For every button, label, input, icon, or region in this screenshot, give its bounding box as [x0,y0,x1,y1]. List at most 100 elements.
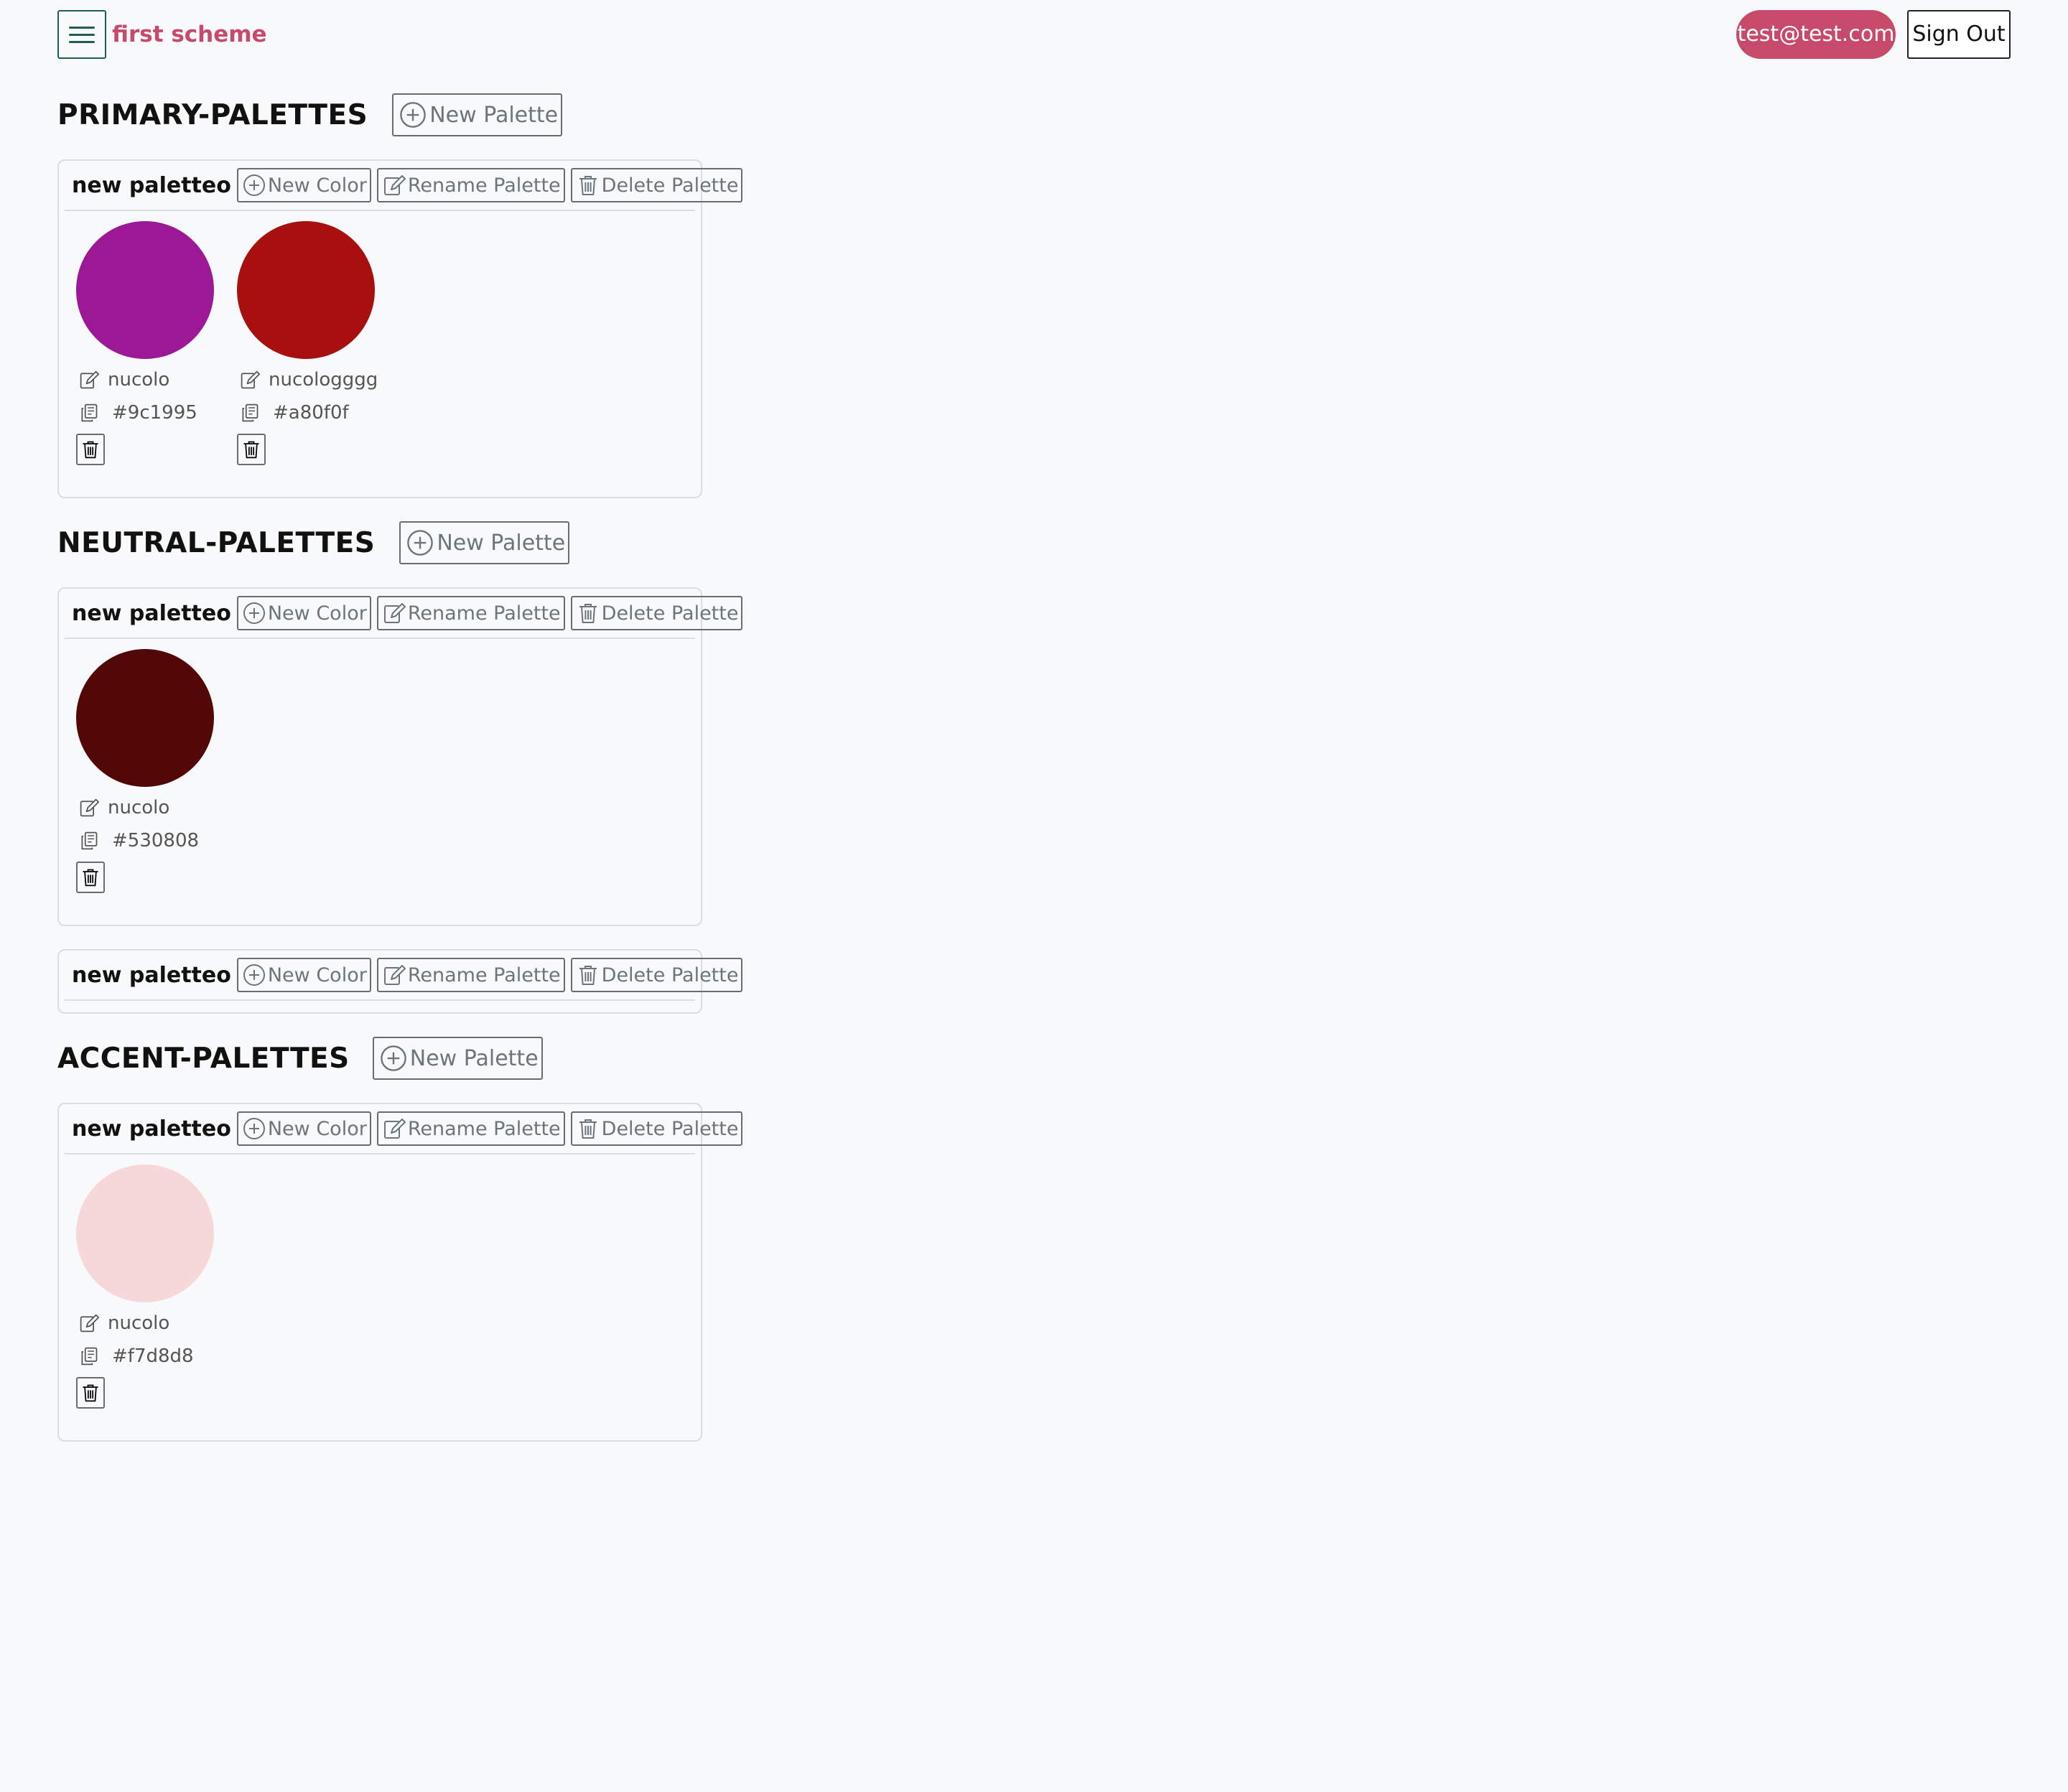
rename-palette-label: Rename Palette [407,1117,561,1140]
color-name: nucolo [108,797,170,818]
color-hex-row[interactable]: #9c1995 [76,401,214,425]
color-hex: #a80f0f [273,402,349,424]
plus-circle-icon [380,1045,407,1072]
pencil-square-icon[interactable] [79,1313,99,1333]
color-name-row[interactable]: nucolo [76,1311,214,1335]
delete-palette-button[interactable]: Delete Palette [570,1111,743,1146]
delete-color-button[interactable] [76,1377,105,1409]
color-hex: #9c1995 [112,402,197,424]
pencil-square-icon[interactable] [240,370,260,390]
plus-circle-icon [243,174,266,197]
new-color-label: New Color [267,1117,367,1140]
trash-icon [577,1117,600,1140]
rename-palette-label: Rename Palette [407,963,561,986]
color-circle[interactable] [76,221,214,359]
delete-palette-button[interactable]: Delete Palette [570,596,743,630]
pencil-square-icon [383,174,406,197]
section-title: ACCENT-PALETTES [57,1042,350,1075]
pencil-square-icon[interactable] [79,798,99,818]
palette-card: new paletteo New Color Rename Palette De… [57,587,743,926]
hamburger-icon-line [69,33,95,36]
rename-palette-button[interactable]: Rename Palette [376,958,565,992]
trash-icon [577,963,600,986]
color-hex-row[interactable]: #a80f0f [237,401,375,425]
trash-icon [80,867,101,887]
trash-icon [577,174,600,197]
copy-icon[interactable] [240,403,260,423]
new-color-button[interactable]: New Color [236,1111,371,1146]
delete-palette-label: Delete Palette [601,174,739,197]
new-color-label: New Color [267,963,367,986]
color-circle[interactable] [76,1165,214,1302]
new-palette-button[interactable]: New Palette [372,1037,543,1080]
color-hex-row[interactable]: #f7d8d8 [76,1344,214,1368]
color-name: nucolo [108,1312,170,1334]
color-swatch: nucolo #f7d8d8 [76,1165,214,1409]
pencil-square-icon [383,602,406,625]
copy-icon[interactable] [79,831,99,851]
palette-name: new paletteo [72,600,231,626]
trash-icon [577,602,600,625]
new-color-button[interactable]: New Color [236,958,371,992]
rename-palette-button[interactable]: Rename Palette [376,1111,565,1146]
rename-palette-label: Rename Palette [407,174,561,197]
delete-palette-label: Delete Palette [601,602,739,625]
color-circle[interactable] [237,221,375,359]
color-swatch: nucologggg #a80f0f [237,221,378,465]
color-name-row[interactable]: nucologggg [237,368,378,392]
section-header-accent: ACCENT-PALETTES New Palette [57,1037,543,1080]
plus-circle-icon [399,101,427,129]
trash-icon [80,1383,101,1403]
palette-header: new paletteo New Color Rename Palette De… [65,161,743,211]
copy-icon[interactable] [79,1346,99,1366]
plus-circle-icon [406,529,434,556]
color-name-row[interactable]: nucolo [76,795,214,820]
new-palette-button[interactable]: New Palette [392,93,563,136]
palette-name: new paletteo [72,1116,231,1142]
trash-icon [80,439,101,459]
color-hex: #f7d8d8 [112,1345,194,1367]
color-name: nucologggg [269,369,378,391]
hamburger-icon-line [69,26,95,29]
user-email-badge[interactable]: test@test.com [1736,10,1896,59]
delete-color-button[interactable] [76,434,105,465]
new-palette-label: New Palette [409,1045,539,1071]
hamburger-icon-line [69,40,95,43]
palette-card: new paletteo New Color Rename Palette De… [57,1103,743,1442]
section-header-primary: PRIMARY-PALETTES New Palette [57,93,563,136]
color-hex: #530808 [112,830,200,851]
pencil-square-icon[interactable] [79,370,99,390]
new-color-label: New Color [267,602,367,625]
color-name: nucolo [108,369,170,391]
copy-icon[interactable] [79,403,99,423]
new-color-button[interactable]: New Color [236,596,371,630]
color-swatch-list: nucolo #9c1995 nucologggg #a80f0f [59,211,701,475]
top-navbar: first scheme test@test.com Sign Out [57,10,2011,59]
color-swatch-list: nucolo #f7d8d8 [59,1154,701,1419]
new-color-button[interactable]: New Color [236,168,371,202]
section-title: NEUTRAL-PALETTES [57,526,376,559]
rename-palette-button[interactable]: Rename Palette [376,168,565,202]
new-palette-button[interactable]: New Palette [399,521,570,564]
palette-card: new paletteo New Color Rename Palette De… [57,949,743,1014]
pencil-square-icon [383,1117,406,1140]
color-circle[interactable] [76,649,214,787]
delete-color-button[interactable] [237,434,266,465]
sign-out-button[interactable]: Sign Out [1907,10,2011,59]
delete-palette-button[interactable]: Delete Palette [570,168,743,202]
delete-palette-label: Delete Palette [601,963,739,986]
color-name-row[interactable]: nucolo [76,368,214,392]
pencil-square-icon [383,963,406,986]
palette-header: new paletteo New Color Rename Palette De… [65,1104,743,1154]
delete-palette-button[interactable]: Delete Palette [570,958,743,992]
section-title: PRIMARY-PALETTES [57,98,368,131]
scheme-title[interactable]: first scheme [112,20,267,49]
palette-header: new paletteo New Color Rename Palette De… [65,589,743,639]
rename-palette-button[interactable]: Rename Palette [376,596,565,630]
hamburger-menu-button[interactable] [57,10,106,59]
palette-name: new paletteo [72,962,231,988]
delete-color-button[interactable] [76,862,105,893]
plus-circle-icon [243,963,266,986]
color-hex-row[interactable]: #530808 [76,829,214,853]
new-palette-label: New Palette [437,530,566,556]
